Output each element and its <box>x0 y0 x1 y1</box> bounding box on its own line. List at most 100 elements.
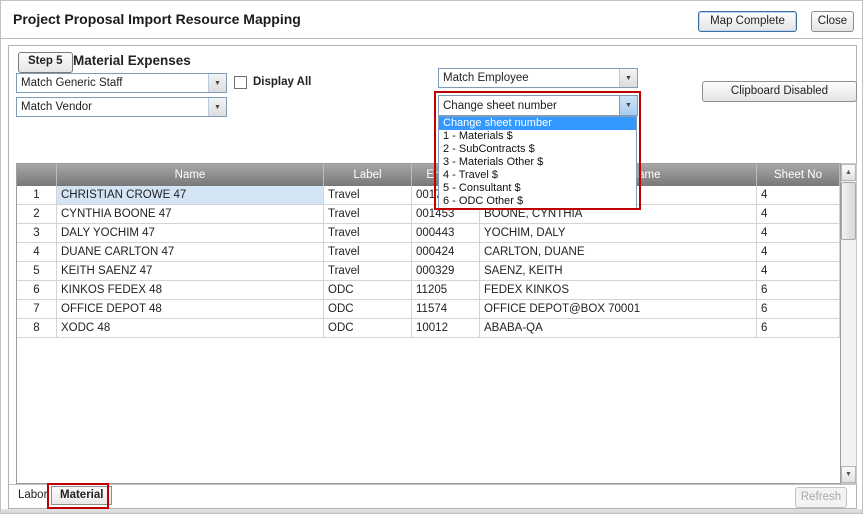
cell-emp-id[interactable]: 000443 <box>412 224 480 243</box>
arrow-up-icon: ▲ <box>845 169 852 176</box>
cell-name[interactable]: XODC 48 <box>57 319 324 338</box>
cell-num[interactable]: 6 <box>17 281 57 300</box>
cell-sheet-no[interactable]: 6 <box>757 281 840 300</box>
vertical-scrollbar[interactable]: ▲ ▼ <box>840 163 857 484</box>
cell-emp-name[interactable]: FEDEX KINKOS <box>480 281 757 300</box>
chevron-down-icon[interactable]: ▼ <box>208 74 226 92</box>
cell-emp-id[interactable]: 10012 <box>412 319 480 338</box>
cell-emp-name[interactable]: ABABA-QA <box>480 319 757 338</box>
clipboard-disabled-button[interactable]: Clipboard Disabled <box>702 81 857 102</box>
cell-label[interactable]: Travel <box>324 186 412 205</box>
cell-emp-id[interactable]: 11205 <box>412 281 480 300</box>
bottom-divider <box>9 484 856 485</box>
chevron-down-icon[interactable]: ▼ <box>619 69 637 87</box>
chevron-down-icon[interactable]: ▼ <box>619 96 637 115</box>
sheet-number-option[interactable]: 2 - SubContracts $ <box>439 143 636 156</box>
cell-label[interactable]: ODC <box>324 281 412 300</box>
sheet-number-option[interactable]: 5 - Consultant $ <box>439 182 636 195</box>
table-row[interactable]: 8XODC 48ODC10012ABABA-QA6 <box>17 319 840 338</box>
cell-name[interactable]: OFFICE DEPOT 48 <box>57 300 324 319</box>
cell-name[interactable]: CHRISTIAN CROWE 47 <box>57 186 324 205</box>
cell-name[interactable]: DALY YOCHIM 47 <box>57 224 324 243</box>
cell-num[interactable]: 5 <box>17 262 57 281</box>
mapping-table: Name Label Emp ID Employee Name Sheet No… <box>16 163 841 484</box>
sheet-number-option[interactable]: 4 - Travel $ <box>439 169 636 182</box>
column-header-rownum <box>17 164 57 186</box>
table-row[interactable]: 1CHRISTIAN CROWE 47Travel00174 <box>17 186 840 205</box>
sheet-number-option[interactable]: 6 - ODC Other $ <box>439 195 636 208</box>
window-bottom-edge <box>1 509 863 514</box>
cell-sheet-no[interactable]: 4 <box>757 186 840 205</box>
match-generic-staff-dropdown[interactable]: Match Generic Staff ▼ <box>16 73 227 93</box>
page-title: Project Proposal Import Resource Mapping <box>13 11 301 27</box>
cell-num[interactable]: 8 <box>17 319 57 338</box>
scrollbar-thumb[interactable] <box>841 182 856 240</box>
display-all-label: Display All <box>253 76 311 88</box>
match-generic-staff-value: Match Generic Staff <box>17 77 208 89</box>
cell-emp-id[interactable]: 11574 <box>412 300 480 319</box>
chevron-down-icon[interactable]: ▼ <box>208 98 226 116</box>
cell-label[interactable]: Travel <box>324 224 412 243</box>
scroll-up-button[interactable]: ▲ <box>841 164 856 181</box>
change-sheet-number-value: Change sheet number <box>439 100 619 112</box>
cell-label[interactable]: ODC <box>324 319 412 338</box>
cell-sheet-no[interactable]: 4 <box>757 243 840 262</box>
cell-num[interactable]: 2 <box>17 205 57 224</box>
table-body: 1CHRISTIAN CROWE 47Travel001742CYNTHIA B… <box>17 186 840 338</box>
sheet-number-option[interactable]: Change sheet number <box>439 117 636 130</box>
cell-sheet-no[interactable]: 6 <box>757 300 840 319</box>
cell-name[interactable]: DUANE CARLTON 47 <box>57 243 324 262</box>
table-row[interactable]: 7OFFICE DEPOT 48ODC11574OFFICE DEPOT@BOX… <box>17 300 840 319</box>
title-divider <box>1 38 863 39</box>
display-all-checkbox[interactable] <box>234 76 247 89</box>
cell-label[interactable]: Travel <box>324 262 412 281</box>
cell-num[interactable]: 3 <box>17 224 57 243</box>
step-5-button[interactable]: Step 5 <box>18 52 73 73</box>
column-header-label[interactable]: Label <box>324 164 412 186</box>
tab-labor[interactable]: Labor <box>18 489 47 501</box>
cell-emp-name[interactable]: SAENZ, KEITH <box>480 262 757 281</box>
table-header: Name Label Emp ID Employee Name Sheet No <box>17 164 840 186</box>
cell-emp-name[interactable]: OFFICE DEPOT@BOX 70001 <box>480 300 757 319</box>
cell-name[interactable]: KINKOS FEDEX 48 <box>57 281 324 300</box>
table-row[interactable]: 3DALY YOCHIM 47Travel000443YOCHIM, DALY4 <box>17 224 840 243</box>
cell-label[interactable]: ODC <box>324 300 412 319</box>
sheet-number-option[interactable]: 1 - Materials $ <box>439 130 636 143</box>
cell-emp-name[interactable]: YOCHIM, DALY <box>480 224 757 243</box>
cell-num[interactable]: 7 <box>17 300 57 319</box>
cell-name[interactable]: CYNTHIA BOONE 47 <box>57 205 324 224</box>
cell-sheet-no[interactable]: 4 <box>757 262 840 281</box>
refresh-button[interactable]: Refresh <box>795 487 847 508</box>
table-row[interactable]: 6KINKOS FEDEX 48ODC11205FEDEX KINKOS6 <box>17 281 840 300</box>
match-vendor-value: Match Vendor <box>17 101 208 113</box>
match-employee-value: Match Employee <box>439 72 619 84</box>
cell-num[interactable]: 1 <box>17 186 57 205</box>
sheet-number-option[interactable]: 3 - Materials Other $ <box>439 156 636 169</box>
close-button[interactable]: Close <box>811 11 854 32</box>
cell-emp-id[interactable]: 000424 <box>412 243 480 262</box>
cell-emp-id[interactable]: 000329 <box>412 262 480 281</box>
column-header-sheet-no[interactable]: Sheet No <box>757 164 840 186</box>
cell-sheet-no[interactable]: 4 <box>757 224 840 243</box>
cell-name[interactable]: KEITH SAENZ 47 <box>57 262 324 281</box>
cell-label[interactable]: Travel <box>324 205 412 224</box>
match-vendor-dropdown[interactable]: Match Vendor ▼ <box>16 97 227 117</box>
cell-sheet-no[interactable]: 4 <box>757 205 840 224</box>
column-header-name[interactable]: Name <box>57 164 324 186</box>
change-sheet-number-dropdown[interactable]: Change sheet number ▼ <box>438 95 638 116</box>
cell-emp-name[interactable]: CARLTON, DUANE <box>480 243 757 262</box>
table-row[interactable]: 4DUANE CARLTON 47Travel000424CARLTON, DU… <box>17 243 840 262</box>
arrow-down-icon: ▼ <box>845 471 852 478</box>
table-row[interactable]: 2CYNTHIA BOONE 47Travel001453BOONE, CYNT… <box>17 205 840 224</box>
section-title: Material Expenses <box>73 53 191 68</box>
cell-label[interactable]: Travel <box>324 243 412 262</box>
scroll-down-button[interactable]: ▼ <box>841 466 856 483</box>
sheet-number-dropdown-list: Change sheet number1 - Materials $2 - Su… <box>438 116 637 209</box>
cell-num[interactable]: 4 <box>17 243 57 262</box>
map-complete-button[interactable]: Map Complete <box>698 11 797 32</box>
table-row[interactable]: 5KEITH SAENZ 47Travel000329SAENZ, KEITH4 <box>17 262 840 281</box>
cell-sheet-no[interactable]: 6 <box>757 319 840 338</box>
resource-mapping-window: Project Proposal Import Resource Mapping… <box>0 0 863 514</box>
match-employee-dropdown[interactable]: Match Employee ▼ <box>438 68 638 88</box>
tab-material[interactable]: Material <box>51 486 112 505</box>
